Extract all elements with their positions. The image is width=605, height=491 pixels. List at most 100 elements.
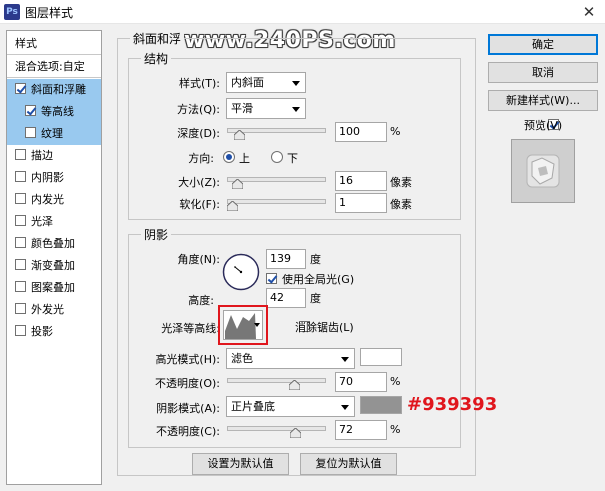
direction-down-label: 下 — [287, 152, 298, 165]
style-item-checkbox[interactable] — [25, 105, 36, 116]
highlight-mode-select[interactable]: 滤色 — [226, 348, 355, 369]
style-item[interactable]: 内阴影 — [7, 167, 101, 189]
style-item-checkbox[interactable] — [15, 149, 26, 160]
chevron-down-icon — [292, 107, 300, 112]
soften-slider[interactable] — [227, 199, 326, 204]
style-item[interactable]: 外发光 — [7, 299, 101, 321]
soften-label: 软化(F): — [179, 198, 220, 211]
style-item[interactable]: 渐变叠加 — [7, 255, 101, 277]
direction-down-radio[interactable] — [271, 151, 283, 163]
size-input[interactable]: 16 — [335, 171, 387, 191]
style-item-label: 颜色叠加 — [31, 237, 75, 250]
window-title: 图层样式 — [25, 6, 74, 20]
style-item-label: 图案叠加 — [31, 281, 75, 294]
style-item-label: 斜面和浮雕 — [31, 83, 86, 96]
technique-value: 平滑 — [231, 102, 253, 115]
technique-label: 方法(Q): — [177, 103, 220, 116]
style-select[interactable]: 内斜面 — [226, 72, 306, 93]
technique-select[interactable]: 平滑 — [226, 98, 306, 119]
highlight-opacity-slider[interactable] — [227, 378, 326, 383]
chevron-down-icon — [341, 357, 349, 362]
angle-label: 角度(N): — [177, 253, 220, 266]
style-item-checkbox[interactable] — [15, 325, 26, 336]
shadow-opacity-label: 不透明度(C): — [156, 425, 220, 438]
direction-up-label: 上 — [239, 152, 250, 165]
style-item[interactable]: 投影 — [7, 321, 101, 343]
style-item[interactable]: 光泽 — [7, 211, 101, 233]
style-item[interactable]: 颜色叠加 — [7, 233, 101, 255]
shadow-color-swatch[interactable] — [360, 396, 402, 414]
ok-button[interactable]: 确定 — [488, 34, 598, 55]
soften-unit: 像素 — [390, 198, 412, 211]
depth-label: 深度(D): — [177, 127, 220, 140]
shadow-opacity-slider[interactable] — [227, 426, 326, 431]
style-item-checkbox[interactable] — [15, 281, 26, 292]
style-item[interactable]: 图案叠加 — [7, 277, 101, 299]
style-item[interactable]: 纹理 — [7, 123, 101, 145]
preview-swatch-icon — [512, 140, 574, 202]
style-item-label: 纹理 — [41, 127, 63, 140]
contour-curve-icon — [225, 313, 256, 339]
title-bar: Ps 图层样式 ✕ — [0, 0, 605, 24]
blending-options-item[interactable]: 混合选项:自定 — [7, 56, 101, 78]
styles-list: 样式 混合选项:自定 斜面和浮雕等高线纹理描边内阴影内发光光泽颜色叠加渐变叠加图… — [6, 30, 102, 485]
shadow-opacity-input[interactable]: 72 — [335, 420, 387, 440]
global-light-checkbox[interactable] — [266, 273, 277, 284]
style-item-checkbox[interactable] — [15, 83, 26, 94]
style-item-checkbox[interactable] — [15, 171, 26, 182]
soften-input[interactable]: 1 — [335, 193, 387, 213]
highlight-mode-label: 高光模式(H): — [155, 353, 220, 366]
close-icon[interactable]: ✕ — [576, 2, 602, 22]
style-item-label: 内阴影 — [31, 171, 64, 184]
shadow-opacity-unit: % — [390, 423, 401, 436]
highlight-opacity-label: 不透明度(O): — [155, 377, 220, 390]
style-item[interactable]: 等高线 — [7, 101, 101, 123]
shadow-mode-label: 阴影模式(A): — [156, 402, 220, 415]
shadow-mode-value: 正片叠底 — [231, 400, 275, 413]
style-item-checkbox[interactable] — [25, 127, 36, 138]
size-unit: 像素 — [390, 176, 412, 189]
highlight-opacity-unit: % — [390, 375, 401, 388]
slider-thumb[interactable] — [227, 201, 238, 211]
antialias-label: 消除锯齿(L) — [295, 321, 354, 334]
style-item[interactable]: 斜面和浮雕 — [7, 79, 101, 101]
style-preview-thumbnail — [511, 139, 575, 203]
style-item-checkbox[interactable] — [15, 259, 26, 270]
highlight-opacity-input[interactable]: 70 — [335, 372, 387, 392]
angle-unit: 度 — [310, 253, 321, 266]
style-item[interactable]: 内发光 — [7, 189, 101, 211]
angle-input[interactable]: 139 — [266, 249, 306, 269]
style-item-label: 光泽 — [31, 215, 53, 228]
size-label: 大小(Z): — [178, 176, 220, 189]
direction-up-radio[interactable] — [223, 151, 235, 163]
style-item-checkbox[interactable] — [15, 303, 26, 314]
cancel-button[interactable]: 取消 — [488, 62, 598, 83]
shadow-mode-select[interactable]: 正片叠底 — [226, 396, 355, 417]
gloss-contour-picker[interactable] — [223, 310, 263, 340]
make-default-button[interactable]: 设置为默认值 — [192, 453, 289, 475]
styles-header[interactable]: 样式 — [7, 33, 101, 55]
app-icon: Ps — [4, 4, 20, 20]
slider-thumb[interactable] — [288, 380, 300, 390]
altitude-input[interactable]: 42 — [266, 288, 306, 308]
style-item-checkbox[interactable] — [15, 215, 26, 226]
highlight-color-swatch[interactable] — [360, 348, 402, 366]
depth-input[interactable]: 100 — [335, 122, 387, 142]
chevron-down-icon — [341, 405, 349, 410]
style-item-label: 渐变叠加 — [31, 259, 75, 272]
chevron-down-icon — [292, 81, 300, 86]
altitude-unit: 度 — [310, 292, 321, 305]
style-item-checkbox[interactable] — [15, 193, 26, 204]
slider-thumb[interactable] — [234, 130, 246, 140]
angle-dial[interactable] — [222, 253, 260, 291]
style-label: 样式(T): — [178, 77, 220, 90]
style-item-checkbox[interactable] — [15, 237, 26, 248]
slider-thumb[interactable] — [232, 179, 244, 189]
style-item[interactable]: 描边 — [7, 145, 101, 167]
style-item-label: 内发光 — [31, 193, 64, 206]
reset-default-button[interactable]: 复位为默认值 — [300, 453, 397, 475]
chevron-down-icon — [254, 323, 260, 327]
new-style-button[interactable]: 新建样式(W)... — [488, 90, 598, 111]
slider-thumb[interactable] — [290, 428, 302, 438]
bevel-group-title: 斜面和浮 — [130, 30, 185, 47]
